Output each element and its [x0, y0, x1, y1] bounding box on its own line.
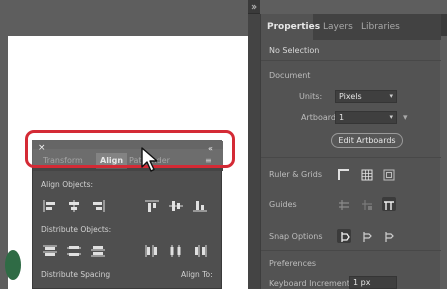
units-label: Units:	[299, 92, 323, 101]
keyboard-increment-label: Keyboard Increment:	[269, 279, 353, 288]
divider	[261, 250, 441, 251]
mouse-cursor-icon	[141, 147, 158, 172]
pixel-grid-icon[interactable]	[382, 167, 396, 181]
close-panel-icon[interactable]: ×	[38, 143, 46, 153]
chevron-down-icon: ▾	[389, 113, 393, 121]
double-chevron-icon	[251, 4, 257, 10]
ruler-icon[interactable]	[337, 167, 351, 181]
align-to-label: Align To:	[181, 270, 213, 279]
horizontal-align-center-icon[interactable]	[67, 197, 81, 212]
tab-libraries[interactable]: Libraries	[355, 14, 406, 40]
selection-status: No Selection	[269, 46, 320, 55]
align-objects-label: Align Objects:	[41, 180, 94, 189]
snap-to-point-icon[interactable]	[337, 229, 351, 243]
show-guides-icon[interactable]	[337, 197, 351, 211]
artboard-value: 1	[339, 113, 345, 122]
units-select[interactable]: Pixels ▾	[335, 90, 397, 103]
vertical-distribute-center-icon[interactable]	[67, 242, 81, 256]
artboard-select[interactable]: 1 ▾	[335, 111, 397, 124]
callout-highlight	[25, 130, 235, 168]
vertical-distribute-top-icon[interactable]	[43, 242, 57, 256]
horizontal-distribute-right-icon[interactable]	[193, 242, 207, 257]
vertical-distribute-space-icon[interactable]	[43, 283, 57, 289]
preferences-heading: Preferences	[269, 259, 317, 268]
horizontal-distribute-space-icon[interactable]	[67, 283, 81, 289]
collapse-panels-button[interactable]	[248, 0, 260, 14]
lock-guides-icon[interactable]	[360, 197, 374, 211]
properties-panel: Properties Layers Libraries No Selection…	[260, 14, 441, 289]
vertical-align-bottom-icon[interactable]	[193, 197, 207, 212]
horizontal-align-right-icon[interactable]	[91, 197, 105, 212]
vertical-align-top-icon[interactable]	[145, 197, 159, 212]
horizontal-align-left-icon[interactable]	[43, 197, 57, 212]
chevron-down-icon: ▾	[389, 92, 393, 100]
tab-layers[interactable]: Layers	[317, 14, 359, 40]
vertical-distribute-bottom-icon[interactable]	[91, 242, 105, 257]
keyboard-increment-value: 1 px	[353, 278, 371, 287]
vertical-scrollbar[interactable]	[248, 0, 260, 289]
edit-artboards-button[interactable]: Edit Artboards	[331, 133, 403, 148]
side-dock-tab[interactable]	[440, 14, 447, 36]
distribute-spacing-label: Distribute Spacing	[41, 270, 111, 279]
snap-options-label: Snap Options	[269, 232, 323, 241]
vertical-align-center-icon[interactable]	[169, 197, 183, 211]
snap-to-glyph-icon[interactable]	[382, 229, 396, 243]
grid-icon[interactable]	[360, 167, 374, 181]
document-heading: Document	[269, 71, 311, 80]
tab-properties[interactable]: Properties	[261, 14, 320, 40]
artboard-label: Artboard:	[301, 113, 339, 122]
snap-to-pixel-icon[interactable]	[360, 229, 374, 243]
divider	[261, 157, 441, 158]
divider	[261, 60, 441, 61]
units-value: Pixels	[339, 92, 362, 101]
keyboard-increment-input[interactable]: 1 px	[349, 276, 397, 289]
panel-tab-bar: Properties Layers Libraries	[261, 14, 441, 40]
rulers-grids-label: Ruler & Grids	[269, 170, 322, 179]
horizontal-distribute-left-icon[interactable]	[145, 242, 159, 257]
horizontal-distribute-center-icon[interactable]	[169, 242, 183, 257]
guides-label: Guides	[269, 200, 297, 209]
smart-guides-icon[interactable]	[382, 197, 396, 211]
artboard-options-icon[interactable]: ▾	[403, 113, 408, 123]
artwork-leaf	[5, 250, 21, 280]
collapse-panel-icon[interactable]: «	[208, 144, 213, 153]
distribute-objects-label: Distribute Objects:	[41, 225, 112, 234]
